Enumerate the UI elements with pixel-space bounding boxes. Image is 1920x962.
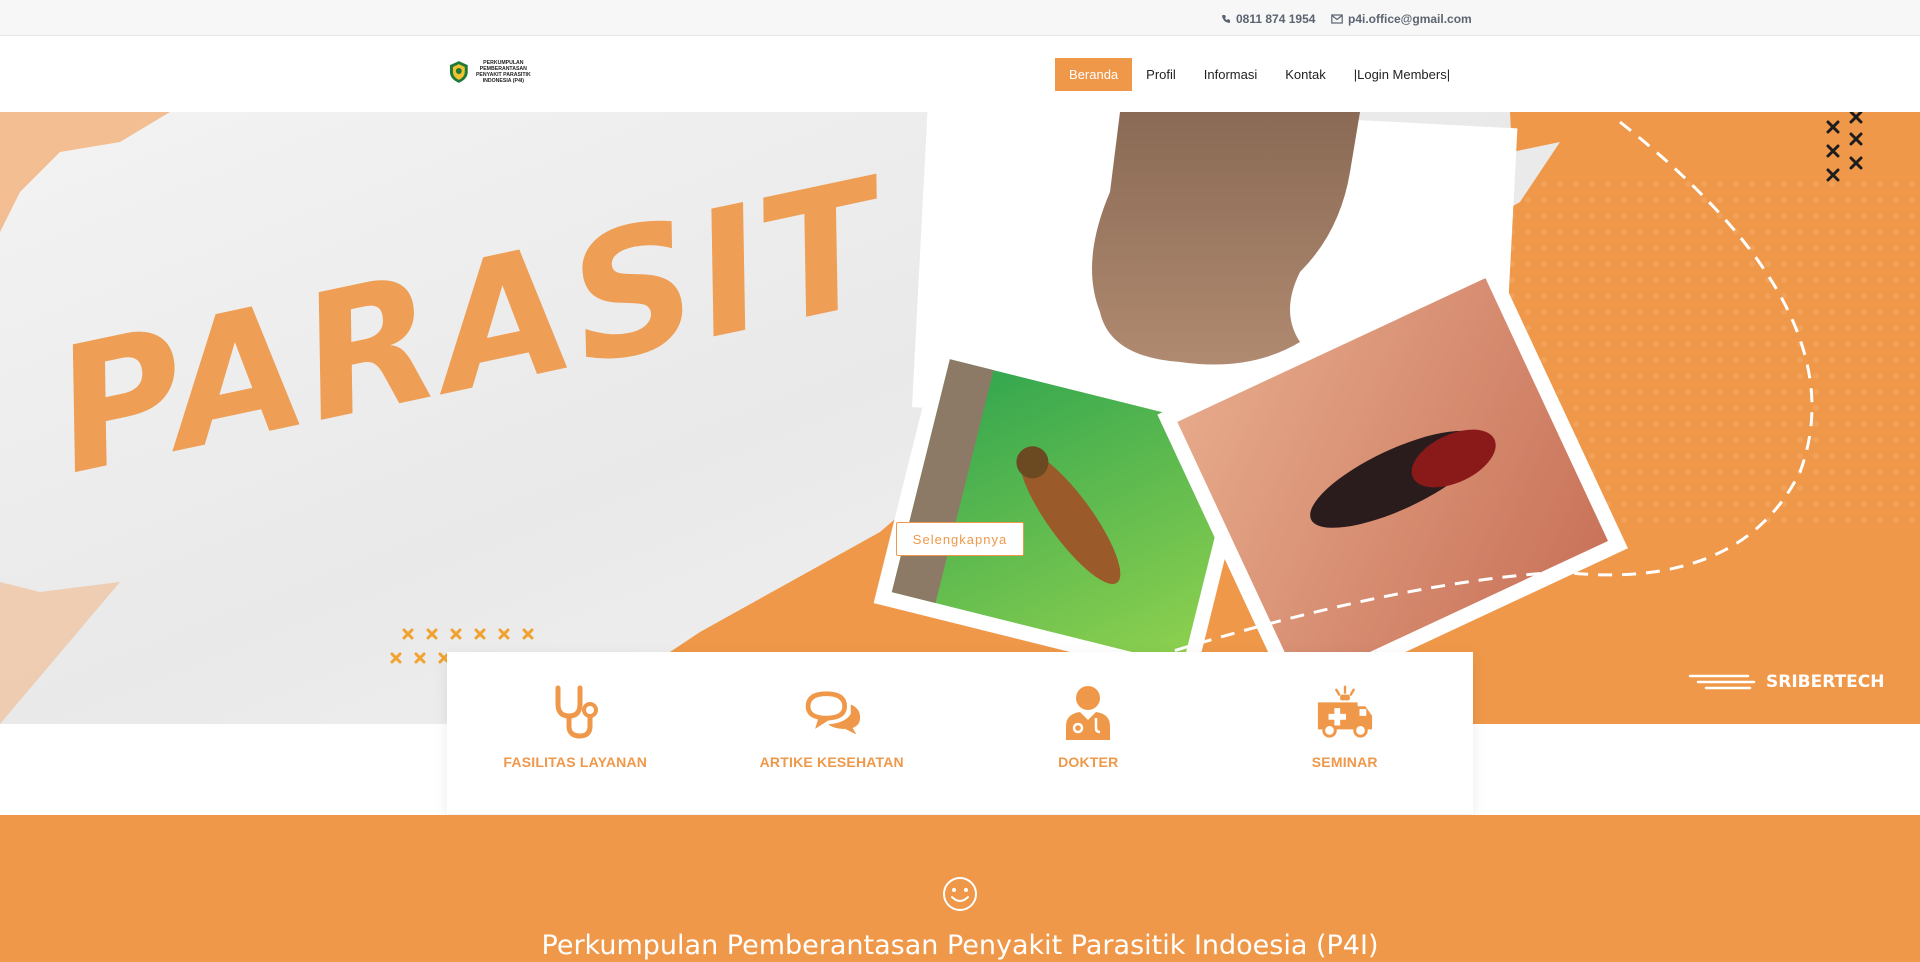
sribertech-watermark: SRIBERTECH: [1688, 672, 1884, 692]
nav-item-beranda[interactable]: Beranda: [1055, 58, 1133, 91]
stethoscope-icon: [555, 685, 599, 739]
read-more-button[interactable]: Selengkapnya: [896, 522, 1024, 556]
feature-artike-kesehatan[interactable]: ARTIKE KESEHATAN: [704, 652, 961, 814]
phone-number: 0811 874 1954: [1236, 12, 1316, 26]
envelope-icon: [1331, 14, 1343, 24]
nav-item-informasi[interactable]: Informasi: [1190, 58, 1271, 91]
ambulance-icon: [1317, 685, 1372, 738]
speed-lines-icon: [1688, 674, 1756, 690]
feature-fasilitas-layanan[interactable]: FASILITAS LAYANAN: [447, 652, 704, 814]
feature-seminar[interactable]: SEMINAR: [1217, 652, 1474, 814]
feature-label: ARTIKE KESEHATAN: [759, 754, 904, 770]
about-section: Perkumpulan Pemberantasan Penyakit Paras…: [0, 815, 1920, 962]
email-contact[interactable]: p4i.office@gmail.com: [1331, 12, 1472, 26]
feature-cards: FASILITAS LAYANAN ARTIKE KESEHATAN DOKTE…: [447, 652, 1473, 814]
p4i-emblem-icon: [449, 61, 468, 83]
phone-icon: [1222, 15, 1230, 23]
watermark-text: SRIBERTECH: [1766, 672, 1885, 692]
nav-item-kontak[interactable]: Kontak: [1271, 58, 1339, 91]
logo-text: PERKUMPULAN PEMBERANTASAN PENYAKIT PARAS…: [475, 60, 531, 84]
nav-item-loginmembers[interactable]: |Login Members|: [1340, 58, 1464, 91]
hero-banner: PARASIT Selengkapnya SRIBERTECH: [0, 112, 1920, 724]
feature-label: SEMINAR: [1311, 754, 1378, 770]
site-logo[interactable]: PERKUMPULAN PEMBERANTASAN PENYAKIT PARAS…: [446, 56, 532, 88]
feature-label: FASILITAS LAYANAN: [503, 754, 648, 770]
smile-icon: [943, 877, 977, 911]
phone-contact[interactable]: 0811 874 1954: [1221, 12, 1315, 26]
chat-bubbles-icon: [805, 691, 860, 735]
nav-menu: Beranda Profil Informasi Kontak |Login Membe…: [1055, 58, 1464, 91]
organization-heading: Perkumpulan Pemberantasan Penyakit Paras…: [541, 930, 1379, 961]
feature-dokter[interactable]: DOKTER: [960, 652, 1217, 814]
feature-label: DOKTER: [1058, 754, 1119, 770]
top-info-bar: 0811 874 1954 p4i.office@gmail.com: [0, 0, 1920, 36]
nav-item-profil[interactable]: Profil: [1132, 58, 1190, 91]
email-address: p4i.office@gmail.com: [1348, 12, 1472, 26]
main-navbar: PERKUMPULAN PEMBERANTASAN PENYAKIT PARAS…: [0, 36, 1920, 112]
doctor-icon: [1066, 686, 1111, 740]
